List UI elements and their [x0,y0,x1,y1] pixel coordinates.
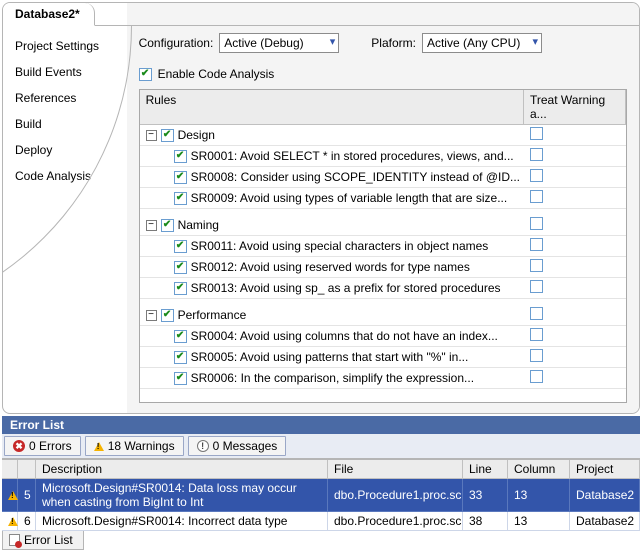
sidebar-item-references[interactable]: References [13,85,127,111]
rule-checkbox[interactable] [174,171,187,184]
row-description: Microsoft.Design#SR0014: Data loss may o… [36,479,328,512]
content-panel: Configuration: Active (Debug) Plaform: A… [127,3,639,413]
error-icon: ✖ [13,440,25,452]
platform-label: Plaform: [371,36,416,50]
warning-icon [8,491,18,500]
rule-checkbox[interactable] [174,261,187,274]
rule-label: SR0012: Avoid using reserved words for t… [191,260,470,274]
grid-header-line[interactable]: Line [463,460,508,479]
treat-warning-checkbox[interactable] [530,169,543,182]
error-list-title: Error List [2,416,640,434]
row-file: dbo.Procedure1.proc.sc [328,479,463,512]
rule-checkbox[interactable] [174,351,187,364]
rule-label: SR0006: In the comparison, simplify the … [191,371,474,385]
enable-code-analysis-checkbox[interactable] [139,68,152,81]
enable-code-analysis-label: Enable Code Analysis [158,67,275,81]
rule-label: SR0013: Avoid using sp_ as a prefix for … [191,281,501,295]
category-checkbox[interactable] [161,219,174,232]
sidebar-item-project-settings[interactable]: Project Settings [13,33,127,59]
configuration-label: Configuration: [139,36,214,50]
treat-warning-checkbox[interactable] [530,280,543,293]
grid-header-column[interactable]: Column [508,460,570,479]
sidebar-item-deploy[interactable]: Deploy [13,137,127,163]
category-label: Design [178,128,215,142]
error-list-tab[interactable]: Error List [2,531,84,550]
error-list-icon [9,534,20,546]
treat-warning-checkbox[interactable] [530,127,543,140]
rule-label: SR0004: Avoid using columns that do not … [191,329,498,343]
tab-underline [3,25,639,26]
message-icon: ! [197,440,209,452]
sidebar-item-build[interactable]: Build [13,111,127,137]
category-label: Naming [178,218,219,232]
category-toggle[interactable] [146,130,157,141]
grid-header-file[interactable]: File [328,460,463,479]
rules-panel: Rules Treat Warning a... Design SR0001: A… [139,89,627,403]
category-toggle[interactable] [146,220,157,231]
row-index: 5 [18,479,36,512]
row-column: 13 [508,479,570,512]
treat-warning-checkbox[interactable] [530,238,543,251]
treat-warning-checkbox[interactable] [530,259,543,272]
rule-checkbox[interactable] [174,330,187,343]
platform-select[interactable]: Active (Any CPU) [422,33,542,53]
row-line: 33 [463,479,508,512]
warning-icon [8,517,18,526]
messages-filter-button[interactable]: ! 0 Messages [188,436,287,456]
treat-warning-checkbox[interactable] [530,190,543,203]
rule-label: SR0001: Avoid SELECT * in stored procedu… [191,149,514,163]
rule-checkbox[interactable] [174,150,187,163]
rule-label: SR0009: Avoid using types of variable le… [191,191,508,205]
treat-warning-checkbox[interactable] [530,349,543,362]
category-checkbox[interactable] [161,309,174,322]
rule-label: SR0008: Consider using SCOPE_IDENTITY in… [191,170,520,184]
rule-checkbox[interactable] [174,282,187,295]
error-grid: Description File Line Column Project 5Mi… [2,459,640,531]
category-checkbox[interactable] [161,129,174,142]
treat-warning-checkbox[interactable] [530,307,543,320]
document-tab[interactable]: Database2* [3,3,95,26]
configuration-select[interactable]: Active (Debug) [219,33,339,53]
treat-warning-checkbox[interactable] [530,148,543,161]
sidebar-item-build-events[interactable]: Build Events [13,59,127,85]
rule-checkbox[interactable] [174,240,187,253]
settings-sidebar: Project Settings Build Events References… [3,3,127,413]
treat-warning-checkbox[interactable] [530,328,543,341]
warnings-filter-button[interactable]: 18 Warnings [85,436,184,456]
treat-warning-checkbox[interactable] [530,370,543,383]
error-row[interactable]: 5Microsoft.Design#SR0014: Data loss may … [2,479,640,512]
row-project: Database2 [570,479,640,512]
category-label: Performance [178,308,247,322]
rule-label: SR0011: Avoid using special characters i… [191,239,489,253]
category-toggle[interactable] [146,310,157,321]
grid-header-project[interactable]: Project [570,460,640,479]
errors-filter-button[interactable]: ✖ 0 Errors [4,436,81,456]
treat-warning-column-header[interactable]: Treat Warning a... [524,90,626,124]
rules-column-header[interactable]: Rules [140,90,524,124]
rule-checkbox[interactable] [174,372,187,385]
sidebar-item-code-analysis[interactable]: Code Analysis [13,163,127,189]
rule-label: SR0005: Avoid using patterns that start … [191,350,469,364]
rule-checkbox[interactable] [174,192,187,205]
warning-icon [94,442,104,451]
grid-header-description[interactable]: Description [36,460,328,479]
treat-warning-checkbox[interactable] [530,217,543,230]
rules-body[interactable]: Design SR0001: Avoid SELECT * in stored p… [140,125,626,402]
